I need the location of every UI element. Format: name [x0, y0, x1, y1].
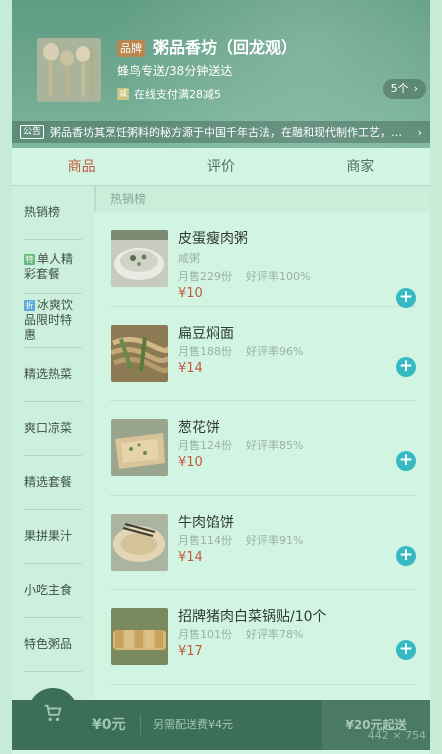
cart-icon [44, 704, 62, 722]
food-rating: 好评率85% [246, 439, 304, 452]
special-icon: 特 [24, 253, 35, 265]
promo-row: 减 在线支付满28减5 [117, 86, 221, 102]
food-price: ¥10 [178, 286, 203, 301]
food-rating: 好评率78% [246, 628, 304, 641]
sidebar-item-label: 爽口凉菜 [24, 421, 73, 435]
food-name: 扁豆焖面 [178, 325, 234, 342]
promo-text: 在线支付满28减5 [134, 88, 221, 101]
cart-total: ¥0元 [92, 717, 126, 733]
sidebar-item-cold-dishes[interactable]: 爽口凉菜 [24, 402, 82, 456]
bulletin-text: 粥品香坊其烹饪粥料的秘方源于中国千年古法，在融和现代制作工艺，由世界烹饪大师屈浩… [50, 126, 412, 139]
food-rating: 好评率91% [246, 533, 304, 547]
sidebar-item-hot-dishes[interactable]: 精选热菜 [24, 348, 82, 402]
food-stats: 月售124份 好评率85% [178, 437, 303, 453]
checkout-button[interactable]: ¥20元起送 [322, 700, 430, 750]
food-price: ¥10 [178, 455, 203, 470]
sidebar-item-label: 特色粥品 [24, 637, 73, 651]
shop-header: 品牌 粥品香坊（回龙观） 蜂鸟专送/38分钟送达 减 在线支付满28减5 5个 … [0, 0, 442, 148]
tab-ratings[interactable]: 评价 [151, 148, 290, 185]
size-watermark: 442 × 754 [367, 729, 426, 742]
food-name: 葱花饼 [178, 420, 220, 436]
food-stats: 月售101份 好评率78% [178, 626, 303, 642]
food-stats: 月售114份 好评率91% [178, 532, 303, 548]
food-rating: 好评率96% [246, 344, 304, 358]
chevron-right-icon: › [413, 82, 418, 95]
food-list: 热销榜 皮蛋瘦肉粥 咸粥 月售229份 好评率100% ¥10 + 扁豆焖面 月… [94, 186, 430, 700]
sidebar-item-single-combo[interactable]: 特单人精彩套餐 [24, 240, 82, 294]
sidebar-item-label: 折冰爽饮品限时特惠 [24, 298, 74, 342]
food-image [111, 324, 168, 382]
food-sales: 月售101份 [178, 628, 232, 641]
food-sales: 月售124份 [178, 439, 232, 452]
sidebar-item-set-meals[interactable]: 精选套餐 [24, 456, 82, 510]
bulletin-bar[interactable]: 公告 粥品香坊其烹饪粥料的秘方源于中国千年古法，在融和现代制作工艺，由世界烹饪大… [12, 121, 430, 143]
food-price: ¥14 [178, 549, 203, 565]
discount-icon: 减 [117, 88, 129, 100]
food-image [111, 230, 168, 287]
food-description: 咸粥 [178, 252, 200, 265]
cart-bar: ¥0元 另需配送费¥4元 ¥20元起送 [12, 688, 430, 750]
section-title: 热销榜 [94, 186, 430, 212]
food-stats: 月售229份 好评率100% [178, 268, 310, 284]
list-item[interactable]: 皮蛋瘦肉粥 咸粥 月售229份 好评率100% ¥10 + [110, 212, 416, 308]
food-name: 牛肉馅饼 [178, 514, 234, 531]
food-stats: 月售188份 好评率96% [178, 343, 303, 359]
sidebar-item-label: 精选套餐 [24, 475, 73, 489]
add-to-cart-button[interactable]: + [396, 356, 416, 377]
sidebar-item-snacks[interactable]: 小吃主食 [24, 564, 82, 618]
tab-seller[interactable]: 商家 [291, 148, 430, 185]
list-item[interactable]: 葱花饼 月售124份 好评率85% ¥10 + [110, 401, 416, 496]
promo-count: 5个 [390, 82, 409, 95]
sidebar-item-label: 热销榜 [24, 205, 61, 219]
food-image [111, 608, 168, 665]
sidebar-item-fruit[interactable]: 果拼果汁 [24, 510, 82, 564]
list-item[interactable]: 牛肉馅饼 月售114份 好评率91% ¥14 + [110, 496, 416, 590]
sidebar-item-label: 特单人精彩套餐 [24, 251, 74, 281]
food-sales: 月售114份 [178, 533, 232, 547]
food-name: 招牌猪肉白菜锅贴/10个 [178, 609, 327, 625]
promo-count-button[interactable]: 5个 › [382, 79, 426, 99]
add-to-cart-button[interactable]: + [396, 451, 416, 471]
cart-button[interactable] [28, 688, 78, 738]
sidebar-item-label: 小吃主食 [24, 583, 73, 597]
shop-name: 粥品香坊（回龙观） [153, 38, 298, 57]
add-to-cart-button[interactable]: + [396, 545, 416, 566]
food-rating: 好评率100% [246, 270, 311, 283]
tab-bar: 商品 评价 商家 [12, 148, 430, 186]
tab-goods[interactable]: 商品 [12, 148, 151, 185]
sidebar-item-label: 精选热菜 [24, 367, 73, 381]
list-item[interactable]: 扁豆焖面 月售188份 好评率96% ¥14 + [110, 307, 416, 401]
food-image [111, 513, 168, 571]
food-name: 皮蛋瘦肉粥 [178, 231, 248, 247]
discount-icon: 折 [24, 300, 35, 311]
food-sales: 月售188份 [178, 344, 232, 358]
sidebar-item-porridge[interactable]: 特色粥品 [24, 618, 82, 672]
add-to-cart-button[interactable]: + [396, 640, 416, 660]
list-item[interactable]: 招牌猪肉白菜锅贴/10个 月售101份 好评率78% ¥17 + [110, 590, 416, 685]
chevron-right-icon: › [417, 125, 422, 139]
sidebar-item-cold-drinks[interactable]: 折冰爽饮品限时特惠 [24, 294, 82, 348]
food-image [111, 419, 168, 476]
category-sidebar: 热销榜 特单人精彩套餐 折冰爽饮品限时特惠 精选热菜 爽口凉菜 精选套餐 果拼果… [12, 186, 94, 700]
food-price: ¥14 [178, 360, 203, 376]
divider [140, 715, 141, 735]
food-price: ¥17 [178, 644, 203, 659]
shop-avatar [37, 38, 101, 102]
delivery-info: 蜂鸟专送/38分钟送达 [117, 64, 233, 78]
brand-badge: 品牌 [117, 40, 145, 57]
add-to-cart-button[interactable]: + [396, 288, 416, 308]
food-sales: 月售229份 [178, 270, 232, 283]
bulletin-badge: 公告 [20, 125, 45, 139]
delivery-fee: 另需配送费¥4元 [153, 718, 233, 731]
sidebar-item-hot[interactable]: 热销榜 [24, 186, 82, 240]
sidebar-item-label: 果拼果汁 [24, 529, 73, 543]
